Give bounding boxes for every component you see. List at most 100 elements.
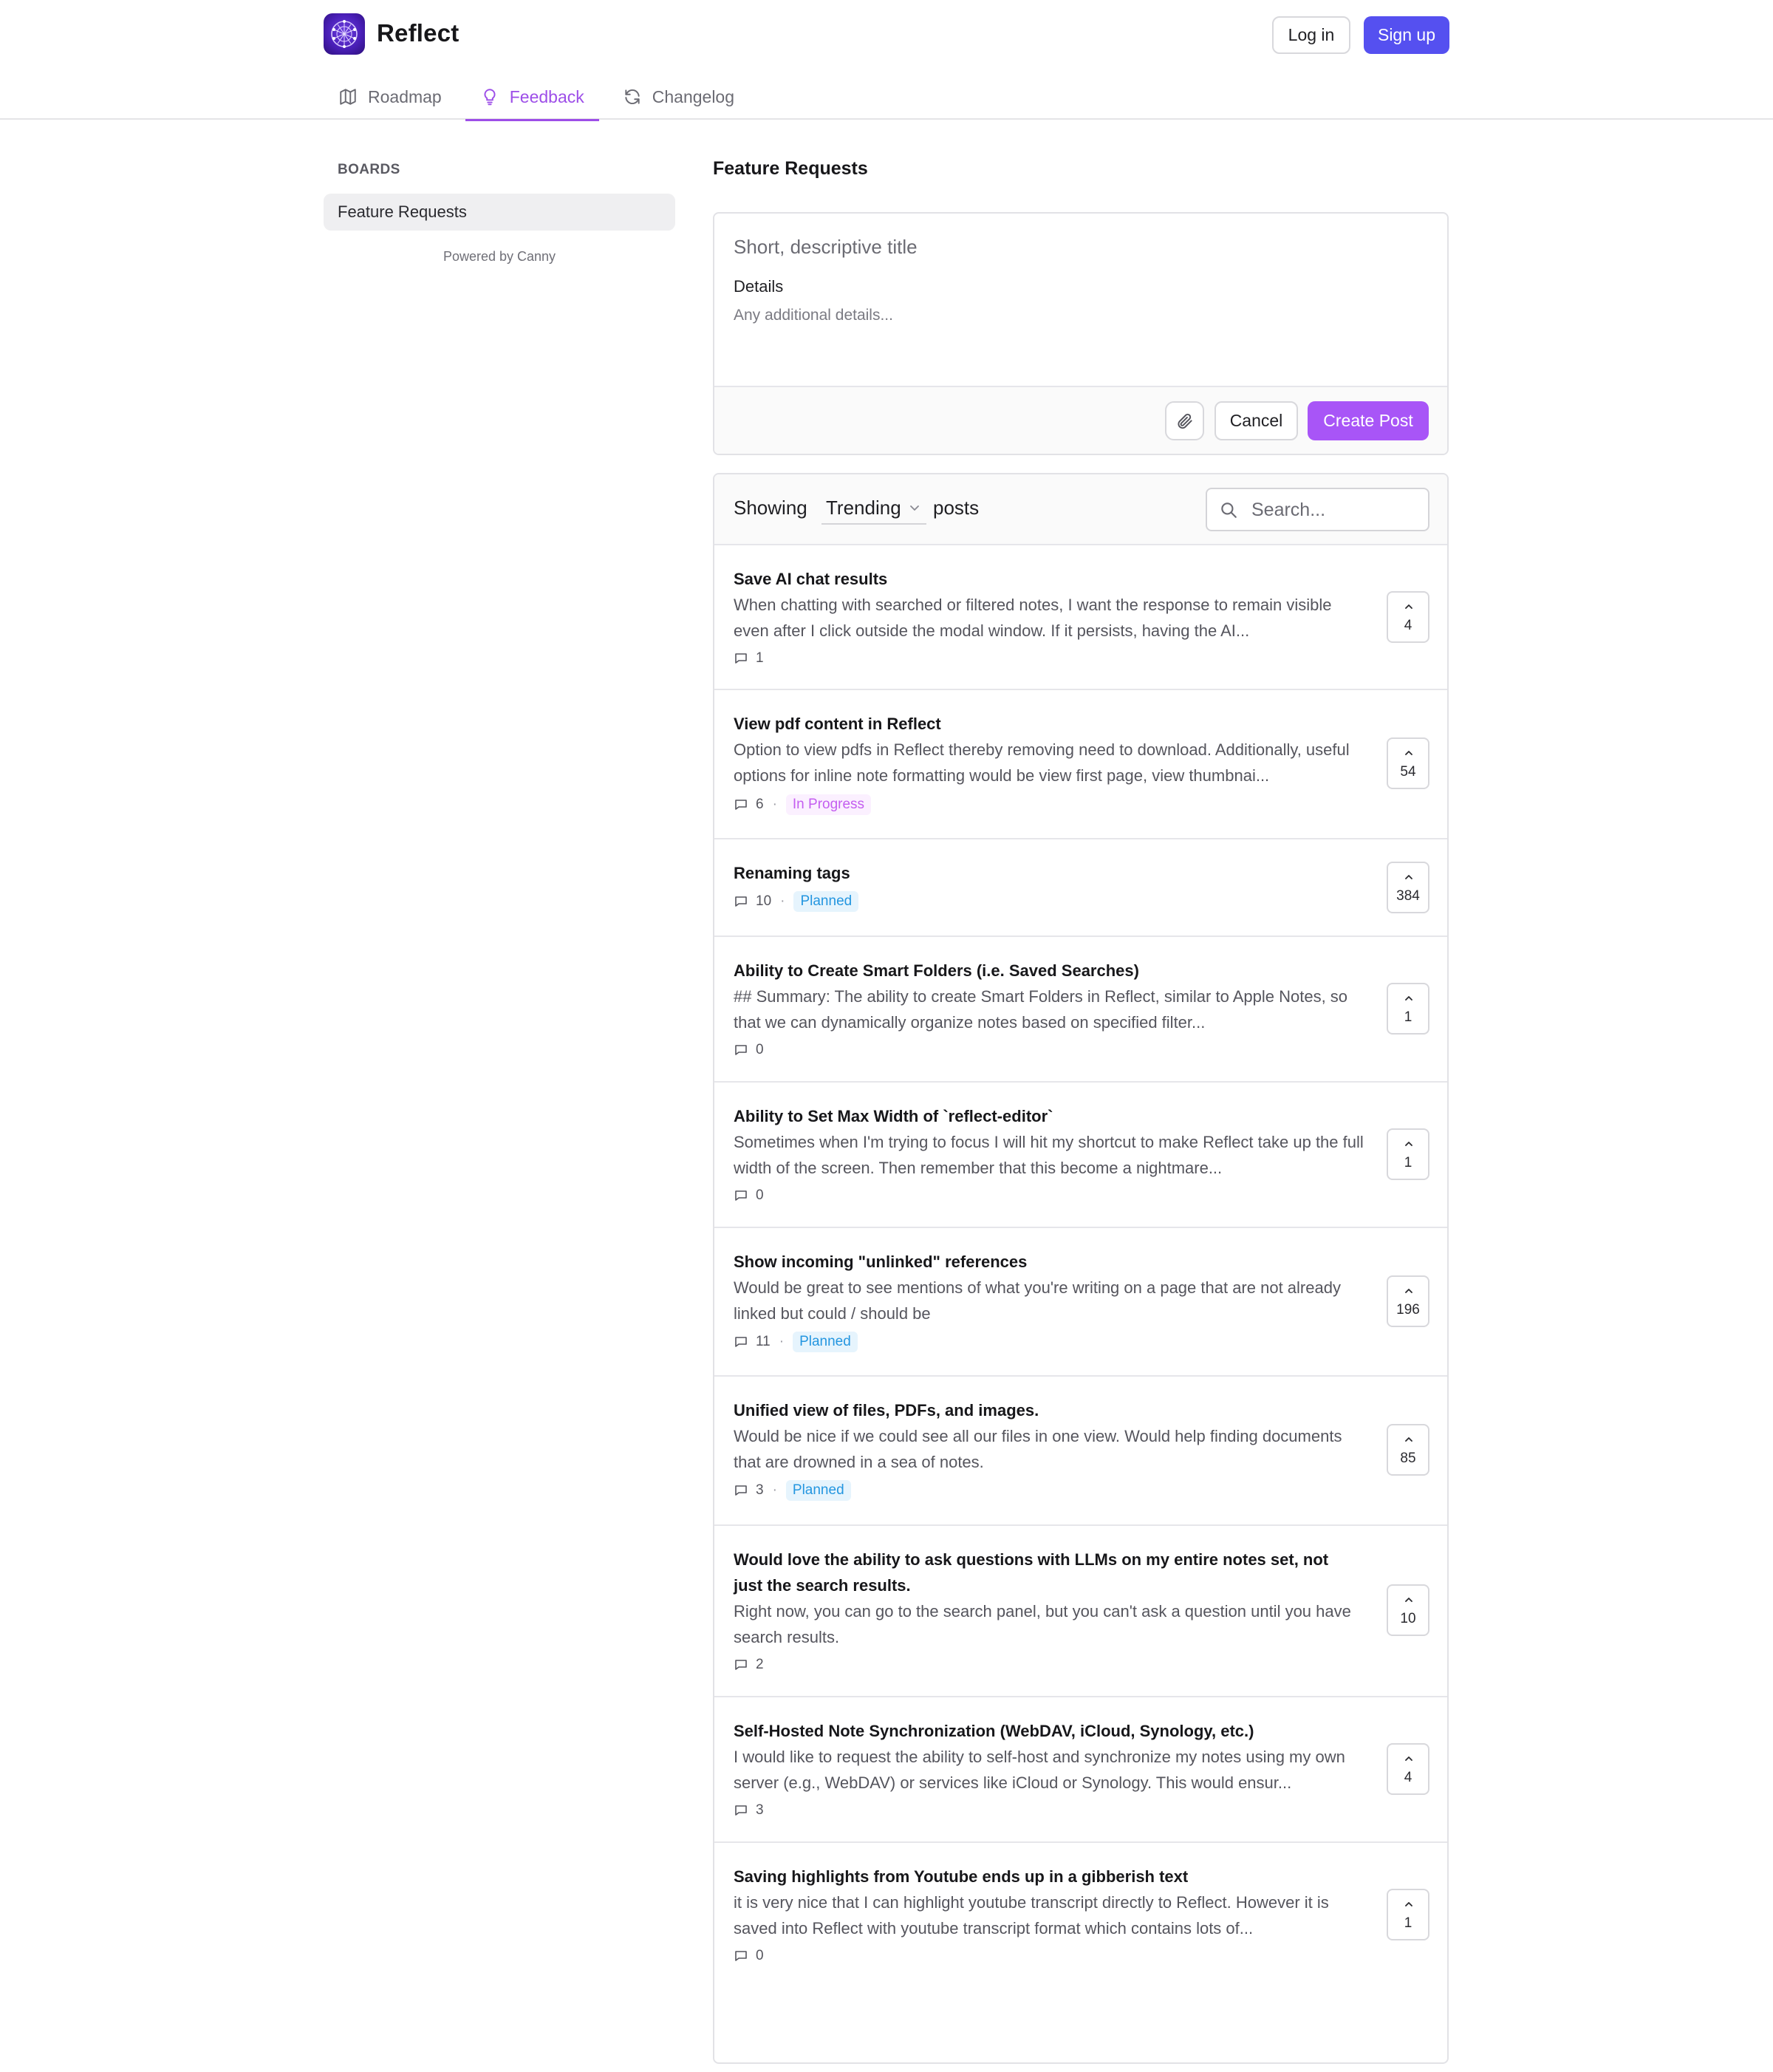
post-title[interactable]: Unified view of files, PDFs, and images. bbox=[734, 1397, 1362, 1423]
post-description: Option to view pdfs in Reflect thereby r… bbox=[734, 740, 1350, 785]
boards-heading: BOARDS bbox=[338, 162, 400, 177]
map-icon bbox=[340, 89, 356, 105]
post-description: it is very nice that I can highlight you… bbox=[734, 1893, 1329, 1938]
list-toolbar: Showing Trending posts bbox=[714, 474, 1447, 545]
post-title[interactable]: Would love the ability to ask questions … bbox=[734, 1547, 1362, 1598]
details-label: Details bbox=[734, 277, 784, 296]
chevron-up-icon bbox=[1405, 1902, 1412, 1906]
status-badge: Planned bbox=[785, 1480, 851, 1501]
comment-count: 0 bbox=[756, 1187, 764, 1203]
post-item[interactable]: Save AI chat results When chatting with … bbox=[714, 545, 1447, 690]
post-meta: 0 bbox=[734, 1945, 764, 1967]
meta-separator: · bbox=[772, 1482, 777, 1498]
post-title[interactable]: Ability to Set Max Width of `reflect-edi… bbox=[734, 1103, 1362, 1129]
upvote-button[interactable]: 1 bbox=[1387, 1128, 1429, 1180]
chevron-up-icon bbox=[1405, 1289, 1412, 1293]
post-item[interactable]: Saving highlights from Youtube ends up i… bbox=[714, 1843, 1447, 1988]
chevron-up-icon bbox=[1405, 604, 1412, 609]
create-post-form: Details Cancel Create Post bbox=[713, 212, 1449, 455]
post-item[interactable]: Show incoming "unlinked" references Woul… bbox=[714, 1228, 1447, 1377]
post-title[interactable]: Self-Hosted Note Synchronization (WebDAV… bbox=[734, 1718, 1362, 1744]
tab-roadmap-label: Roadmap bbox=[368, 86, 442, 106]
chevron-up-icon bbox=[1405, 751, 1412, 755]
comment-icon bbox=[735, 1190, 747, 1201]
post-details-input[interactable] bbox=[734, 307, 1428, 351]
tab-changelog[interactable]: Changelog bbox=[608, 74, 749, 120]
top-header: Reflect Log in Sign up Roadmap Feedback … bbox=[0, 0, 1773, 121]
upvote-button[interactable]: 10 bbox=[1387, 1584, 1429, 1636]
post-item[interactable]: Ability to Set Max Width of `reflect-edi… bbox=[714, 1083, 1447, 1228]
vote-count: 1 bbox=[1404, 1155, 1412, 1170]
comment-icon bbox=[735, 1045, 747, 1055]
comment-count: 0 bbox=[756, 1948, 764, 1963]
post-title[interactable]: Saving highlights from Youtube ends up i… bbox=[734, 1864, 1362, 1889]
post-title-input[interactable] bbox=[734, 228, 1428, 265]
post-item[interactable]: Self-Hosted Note Synchronization (WebDAV… bbox=[714, 1697, 1447, 1843]
upvote-button[interactable]: 1 bbox=[1387, 983, 1429, 1035]
upvote-button[interactable]: 85 bbox=[1387, 1424, 1429, 1476]
comment-count: 3 bbox=[756, 1482, 764, 1498]
post-description: I would like to request the ability to s… bbox=[734, 1748, 1345, 1792]
search-input[interactable] bbox=[1251, 495, 1421, 525]
upvote-button[interactable]: 1 bbox=[1387, 1889, 1429, 1940]
post-title[interactable]: Renaming tags bbox=[734, 860, 1362, 886]
lightbulb-icon bbox=[484, 89, 496, 106]
main-nav: Roadmap Feedback Changelog bbox=[324, 74, 758, 121]
comment-count: 2 bbox=[756, 1657, 764, 1672]
upvote-button[interactable]: 4 bbox=[1387, 591, 1429, 643]
post-title[interactable]: Show incoming "unlinked" references bbox=[734, 1249, 1362, 1275]
vote-count: 384 bbox=[1396, 888, 1420, 904]
reflect-logo-icon[interactable] bbox=[324, 13, 365, 55]
signup-button[interactable]: Sign up bbox=[1364, 16, 1449, 54]
chevron-up-icon bbox=[1405, 1756, 1412, 1761]
post-title[interactable]: View pdf content in Reflect bbox=[734, 711, 1362, 737]
comment-icon bbox=[735, 800, 747, 810]
status-badge: Planned bbox=[793, 1332, 858, 1352]
meta-separator: · bbox=[772, 797, 777, 812]
tab-feedback[interactable]: Feedback bbox=[465, 74, 599, 121]
login-button[interactable]: Log in bbox=[1272, 16, 1350, 54]
post-meta: 11 · Planned bbox=[734, 1331, 858, 1353]
comment-icon bbox=[735, 653, 747, 664]
cancel-button[interactable]: Cancel bbox=[1215, 401, 1298, 440]
meta-separator: · bbox=[779, 1334, 785, 1349]
powered-by-link[interactable]: Powered by Canny bbox=[324, 249, 675, 265]
vote-count: 4 bbox=[1404, 1770, 1412, 1785]
vote-count: 10 bbox=[1400, 1611, 1416, 1626]
attach-button[interactable] bbox=[1165, 401, 1204, 440]
search-icon bbox=[1221, 502, 1237, 518]
vote-count: 196 bbox=[1396, 1302, 1420, 1318]
comment-icon bbox=[735, 1805, 747, 1816]
vote-count: 4 bbox=[1404, 618, 1412, 633]
post-item[interactable]: Would love the ability to ask questions … bbox=[714, 1526, 1447, 1697]
post-item[interactable]: Renaming tags 10 · Planned 384 bbox=[714, 839, 1447, 937]
chevron-up-icon bbox=[1405, 1437, 1412, 1442]
vote-count: 1 bbox=[1404, 1009, 1412, 1025]
upvote-button[interactable]: 384 bbox=[1387, 862, 1429, 913]
sort-value: Trending bbox=[826, 496, 901, 519]
post-meta: 0 bbox=[734, 1039, 764, 1061]
comment-icon bbox=[735, 896, 747, 907]
post-item[interactable]: Unified view of files, PDFs, and images.… bbox=[714, 1377, 1447, 1526]
post-title[interactable]: Ability to Create Smart Folders (i.e. Sa… bbox=[734, 958, 1362, 984]
brand-name[interactable]: Reflect bbox=[377, 19, 459, 47]
post-title[interactable]: Save AI chat results bbox=[734, 566, 1362, 592]
search-box[interactable] bbox=[1206, 488, 1429, 531]
meta-separator: · bbox=[780, 893, 785, 909]
upvote-button[interactable]: 196 bbox=[1387, 1275, 1429, 1327]
tab-changelog-label: Changelog bbox=[652, 86, 735, 106]
sort-dropdown[interactable]: Trending bbox=[821, 492, 926, 525]
paperclip-icon bbox=[1178, 413, 1192, 429]
post-meta: 3 bbox=[734, 1799, 764, 1821]
upvote-button[interactable]: 4 bbox=[1387, 1743, 1429, 1795]
upvote-button[interactable]: 54 bbox=[1387, 737, 1429, 789]
status-badge: Planned bbox=[793, 891, 859, 912]
post-item[interactable]: View pdf content in Reflect Option to vi… bbox=[714, 690, 1447, 839]
board-feature-requests[interactable]: Feature Requests bbox=[324, 194, 675, 231]
comment-count: 6 bbox=[756, 797, 764, 812]
post-item[interactable]: Ability to Create Smart Folders (i.e. Sa… bbox=[714, 937, 1447, 1083]
create-post-button[interactable]: Create Post bbox=[1308, 401, 1429, 440]
post-meta: 6 · In Progress bbox=[734, 794, 872, 816]
vote-count: 1 bbox=[1404, 1915, 1412, 1931]
tab-roadmap[interactable]: Roadmap bbox=[324, 74, 457, 120]
